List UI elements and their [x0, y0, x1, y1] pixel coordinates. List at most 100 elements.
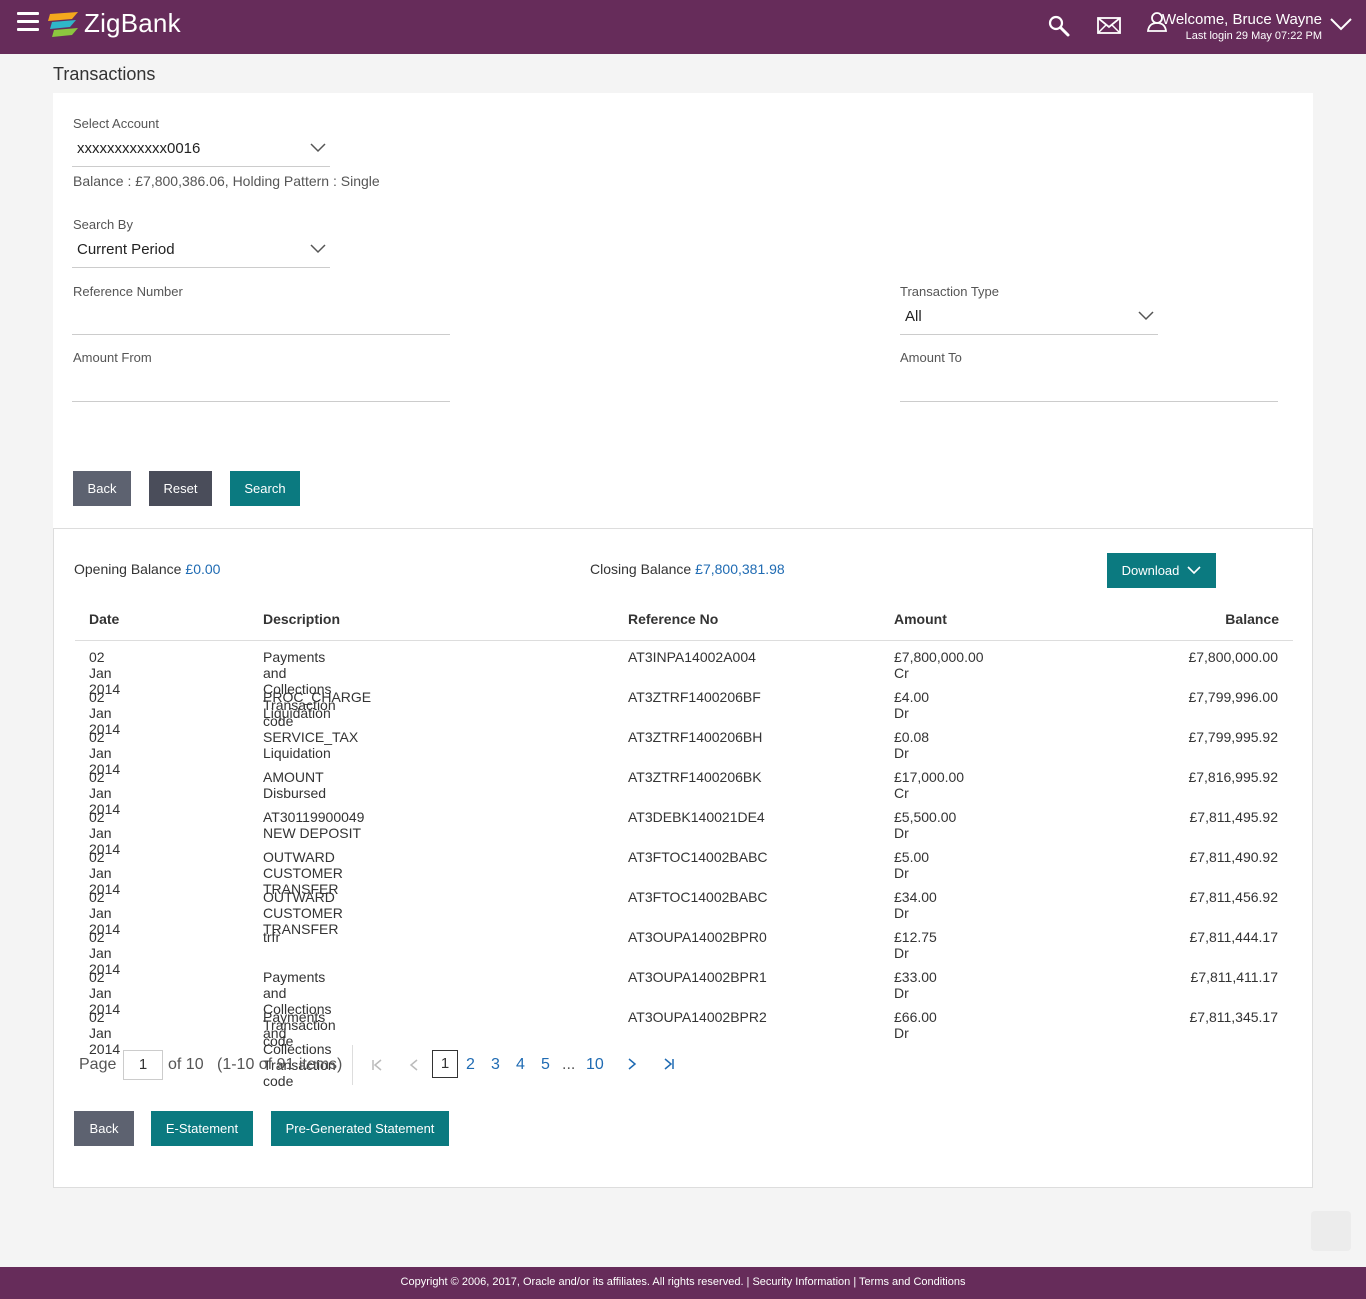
zigbank-logo[interactable]: ZigBank	[48, 8, 181, 39]
last-login-text: Last login 29 May 07:22 PM	[1185, 30, 1322, 42]
footer: Copyright © 2006, 2017, Oracle and/or it…	[0, 1267, 1366, 1299]
pre-generated-statement-button[interactable]: Pre-Generated Statement	[271, 1111, 449, 1146]
prev-page-icon[interactable]	[409, 1059, 419, 1071]
search-button[interactable]: Search	[230, 471, 300, 506]
cell-balance: £7,799,996.00	[1188, 689, 1278, 705]
reference-number-input[interactable]	[72, 301, 450, 335]
cell-balance: £7,811,444.17	[1189, 929, 1279, 945]
search-icon[interactable]	[1047, 14, 1071, 38]
chevron-down-icon	[1187, 566, 1201, 575]
transaction-type-select[interactable]: All	[900, 301, 1158, 335]
cell-amount: £33.00 Dr	[894, 969, 937, 1001]
page-title: Transactions	[53, 64, 156, 84]
brand-name: ZigBank	[84, 8, 181, 38]
amount-from-label: Amount From	[73, 350, 152, 365]
cell-description: Payments and Collections Transaction cod…	[263, 1009, 336, 1089]
cell-reference: AT3FTOC14002BABC	[628, 889, 768, 905]
page-last-number[interactable]: 10	[586, 1056, 604, 1074]
cell-amount: £7,800,000.00 Cr	[894, 649, 984, 681]
cell-description: AT30119900049 NEW DEPOSIT	[263, 809, 365, 841]
account-select-value: xxxxxxxxxxxx0016	[77, 140, 201, 157]
page-3[interactable]: 3	[491, 1056, 500, 1074]
cell-amount: £34.00 Dr	[894, 889, 937, 921]
page-4[interactable]: 4	[516, 1056, 525, 1074]
search-by-select[interactable]: Current Period	[72, 234, 330, 268]
cell-balance: £7,799,995.92	[1188, 729, 1278, 745]
top-header: ZigBank Welcome, Bruce Wayne Last login …	[0, 0, 1366, 54]
cell-description: trfr	[263, 929, 281, 945]
next-page-icon[interactable]	[627, 1058, 637, 1070]
cell-balance: £7,816,995.92	[1188, 769, 1278, 785]
search-by-value: Current Period	[77, 241, 175, 258]
cell-amount: £66.00 Dr	[894, 1009, 937, 1041]
page-number-input[interactable]: 1	[123, 1050, 163, 1080]
cell-reference: AT3ZTRF1400206BH	[628, 729, 763, 745]
cell-balance: £7,800,000.00	[1188, 649, 1278, 665]
menu-icon[interactable]	[17, 12, 39, 34]
reset-button[interactable]: Reset	[149, 471, 212, 506]
chevron-down-icon	[310, 143, 326, 153]
cell-reference: AT3OUPA14002BPR1	[628, 969, 767, 985]
last-page-icon[interactable]	[663, 1058, 675, 1070]
transaction-type-value: All	[905, 308, 922, 325]
mail-icon[interactable]	[1097, 16, 1121, 36]
closing-balance-label: Closing Balance	[590, 561, 692, 577]
amount-to-input[interactable]	[900, 368, 1278, 402]
search-form-card: Select Account xxxxxxxxxxxx0016 Balance …	[53, 93, 1313, 528]
col-description[interactable]: Description	[263, 611, 340, 627]
page-of-text: of 10	[168, 1056, 204, 1073]
cell-amount: £12.75 Dr	[894, 929, 937, 961]
page-current[interactable]: 1	[432, 1050, 458, 1078]
cell-reference: AT3DEBK140021DE4	[628, 809, 765, 825]
col-reference[interactable]: Reference No	[628, 611, 718, 627]
chevron-down-icon[interactable]	[1330, 17, 1352, 31]
cell-reference: AT3OUPA14002BPR2	[628, 1009, 767, 1025]
page-ellipsis: ...	[562, 1056, 576, 1073]
cell-amount: £4.00 Dr	[894, 689, 930, 721]
account-select[interactable]: xxxxxxxxxxxx0016	[72, 133, 330, 167]
back-button[interactable]: Back	[73, 471, 131, 506]
cell-date: 02 Jan 2014	[89, 1009, 121, 1057]
amount-to-label: Amount To	[900, 350, 962, 365]
col-date[interactable]: Date	[89, 611, 119, 627]
welcome-block[interactable]: Welcome, Bruce Wayne Last login 29 May 0…	[1162, 11, 1322, 43]
closing-balance-value: £7,800,381.98	[695, 561, 785, 577]
opening-balance-value: £0.00	[185, 561, 221, 577]
cell-balance: £7,811,495.92	[1189, 809, 1279, 825]
cell-reference: AT3ZTRF1400206BK	[628, 769, 762, 785]
amount-from-input[interactable]	[72, 368, 450, 402]
select-account-label: Select Account	[73, 116, 159, 131]
transaction-type-label: Transaction Type	[900, 284, 999, 299]
chevron-down-icon	[310, 244, 326, 254]
first-page-icon[interactable]	[371, 1059, 383, 1071]
col-balance[interactable]: Balance	[1225, 611, 1279, 627]
cell-balance: £7,811,456.92	[1189, 889, 1279, 905]
page-5[interactable]: 5	[541, 1056, 550, 1074]
cell-reference: AT3ZTRF1400206BF	[628, 689, 761, 705]
cell-description: SERVICE_TAX Liquidation	[263, 729, 359, 761]
page-2[interactable]: 2	[466, 1056, 475, 1074]
closing-balance: Closing Balance £7,800,381.98	[590, 561, 785, 577]
opening-balance-label: Opening Balance	[74, 561, 182, 577]
cell-balance: £7,811,411.17	[1190, 969, 1278, 985]
page-label: Page	[79, 1056, 117, 1073]
cell-description: AMOUNT Disbursed	[263, 769, 327, 801]
zigbank-logo-icon	[48, 11, 78, 37]
cell-balance: £7,811,490.92	[1189, 849, 1279, 865]
back-button-bottom[interactable]: Back	[74, 1111, 134, 1146]
cell-amount: £5.00 Dr	[894, 849, 930, 881]
reference-number-label: Reference Number	[73, 284, 183, 299]
cell-reference: AT3INPA14002A004	[628, 649, 756, 665]
page-items-text: (1-10 of 91 items)	[217, 1056, 343, 1073]
download-button[interactable]: Download	[1107, 553, 1216, 588]
account-balance-info: Balance : £7,800,386.06, Holding Pattern…	[73, 173, 380, 189]
cell-amount: £0.08 Dr	[894, 729, 930, 761]
search-by-label: Search By	[73, 217, 133, 232]
scroll-to-top-button[interactable]	[1311, 1211, 1351, 1251]
cell-reference: AT3OUPA14002BPR0	[628, 929, 767, 945]
transactions-card: Opening Balance £0.00 Closing Balance £7,8…	[53, 528, 1313, 1188]
cell-description: PROC_CHARGE Liquidation	[263, 689, 372, 721]
welcome-text: Welcome, Bruce Wayne	[1161, 11, 1322, 28]
e-statement-button[interactable]: E-Statement	[151, 1111, 253, 1146]
col-amount[interactable]: Amount	[894, 611, 947, 627]
